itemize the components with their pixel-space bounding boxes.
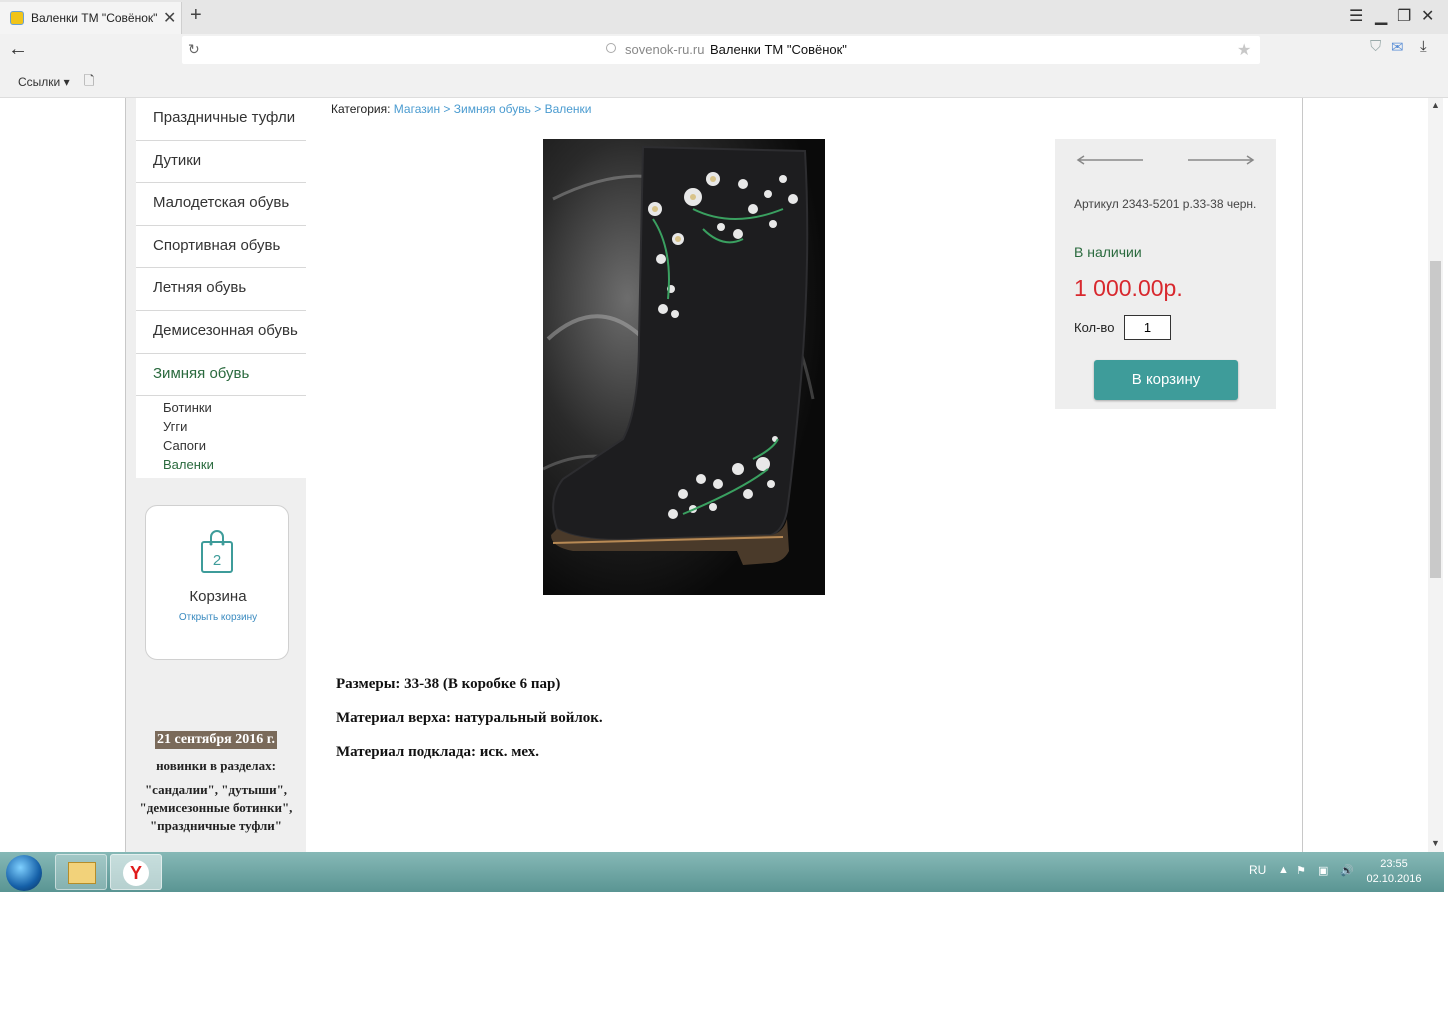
news-block: 21 сентября 2016 г. новинки в разделах: … bbox=[136, 730, 296, 835]
stock-status: В наличии bbox=[1074, 244, 1142, 260]
quantity-label: Кол-во bbox=[1074, 320, 1115, 335]
restore-icon[interactable]: ❐ bbox=[1397, 6, 1411, 26]
bookmarks-links-menu[interactable]: Ссылки ▾ bbox=[18, 75, 70, 89]
description-upper-material: Материал верха: натуральный войлок. bbox=[336, 710, 603, 726]
menu-item-dutiki[interactable]: Дутики bbox=[136, 141, 306, 184]
back-arrow-icon[interactable]: ← bbox=[8, 38, 28, 61]
category-menu: Праздничные туфли Дутики Малодетская обу… bbox=[136, 98, 306, 479]
winter-submenu: Ботинки Угги Сапоги Валенки bbox=[136, 396, 306, 479]
url-host: sovenok-ru.ru bbox=[625, 42, 705, 57]
folder-icon bbox=[68, 862, 96, 884]
add-to-cart-button[interactable]: В корзину bbox=[1094, 360, 1238, 400]
news-heading: новинки в разделах: bbox=[156, 758, 276, 773]
breadcrumb-separator: > bbox=[443, 102, 451, 116]
menu-item-holiday-shoes[interactable]: Праздничные туфли bbox=[136, 98, 306, 141]
browser-tab-bar: Валенки ТМ "Совёнок" ✕ + ☰ ▁ ❐ ✕ bbox=[0, 0, 1448, 34]
browser-tab[interactable]: Валенки ТМ "Совёнок" ✕ bbox=[0, 2, 182, 34]
menu-item-toddler-shoes[interactable]: Малодетская обувь bbox=[136, 183, 306, 226]
product-description: Размеры: 33-38 (В коробке 6 пар) Материа… bbox=[336, 676, 603, 778]
clock-time: 23:55 bbox=[1380, 858, 1408, 870]
felt-boot-image bbox=[543, 139, 825, 595]
close-tab-icon[interactable]: ✕ bbox=[163, 8, 176, 28]
scroll-down-icon[interactable]: ▼ bbox=[1431, 838, 1440, 848]
product-price: 1 000.00р. bbox=[1074, 275, 1183, 301]
bookmark-star-icon[interactable]: ★ bbox=[1237, 40, 1251, 60]
address-field[interactable]: ↻ sovenok-ru.ru Валенки ТМ "Совёнок" ★ bbox=[182, 36, 1260, 64]
site-info-icon[interactable] bbox=[606, 43, 616, 53]
product-sku: Артикул 2343-5201 р.33-38 черн. bbox=[1074, 197, 1257, 211]
address-bar-row: ← ↻ sovenok-ru.ru Валенки ТМ "Совёнок" ★… bbox=[0, 34, 1448, 66]
scroll-up-icon[interactable]: ▲ bbox=[1431, 100, 1440, 110]
close-window-icon[interactable]: ✕ bbox=[1421, 6, 1434, 26]
site-favicon-icon bbox=[10, 11, 24, 25]
reload-icon[interactable]: ↻ bbox=[188, 41, 200, 58]
breadcrumb-valenki[interactable]: Валенки bbox=[545, 102, 592, 116]
start-button-icon[interactable] bbox=[6, 855, 42, 891]
buy-box: Артикул 2343-5201 р.33-38 черн. В наличи… bbox=[1055, 139, 1276, 409]
news-text: "сандалии", "дутыши", "демисезонные боти… bbox=[139, 782, 293, 833]
submenu-item-valenki[interactable]: Валенки bbox=[163, 455, 306, 474]
menu-item-sport-shoes[interactable]: Спортивная обувь bbox=[136, 226, 306, 269]
breadcrumb-separator: > bbox=[534, 102, 542, 116]
download-icon[interactable]: ⤓ bbox=[1420, 38, 1427, 55]
news-date: 21 сентября 2016 г. bbox=[154, 731, 278, 749]
screen: Валенки ТМ "Совёнок" ✕ + ☰ ▁ ❐ ✕ ← ↻ sov… bbox=[0, 0, 1448, 1024]
product-photo[interactable] bbox=[543, 139, 825, 595]
open-cart-link[interactable]: Открыть корзину bbox=[146, 612, 290, 623]
clock-date: 02.10.2016 bbox=[1366, 873, 1422, 885]
description-lining-material: Материал подклада: иск. мех. bbox=[336, 744, 540, 760]
menu-item-demiseason-shoes[interactable]: Демисезонная обувь bbox=[136, 311, 306, 354]
quantity-input[interactable] bbox=[1124, 315, 1171, 340]
action-center-flag-icon[interactable]: ⚑ bbox=[1296, 864, 1306, 877]
system-clock[interactable]: 23:55 02.10.2016 bbox=[1364, 857, 1424, 887]
volume-icon[interactable]: 🔊 bbox=[1340, 864, 1354, 877]
menu-item-summer-shoes[interactable]: Летняя обувь bbox=[136, 268, 306, 311]
cart-label: Корзина bbox=[189, 588, 247, 605]
previous-arrow-icon[interactable] bbox=[1076, 155, 1144, 165]
menu-item-winter-shoes[interactable]: Зимняя обувь bbox=[136, 354, 306, 397]
new-tab-button[interactable]: + bbox=[190, 4, 202, 27]
breadcrumb-prefix: Категория: bbox=[331, 102, 391, 116]
page-viewport: Праздничные туфли Дутики Малодетская обу… bbox=[0, 98, 1428, 852]
shield-icon[interactable]: ⛉ bbox=[1370, 38, 1381, 55]
breadcrumb-shop[interactable]: Магазин bbox=[394, 102, 440, 116]
language-indicator[interactable]: RU bbox=[1249, 863, 1266, 877]
submenu-item-boots[interactable]: Ботинки bbox=[163, 398, 306, 417]
breadcrumb: Категория: Магазин > Зимняя обувь > Вале… bbox=[331, 102, 592, 116]
vertical-scrollbar[interactable]: ▲ ▼ bbox=[1428, 98, 1443, 852]
explorer-taskbar-button[interactable] bbox=[55, 854, 107, 890]
next-arrow-icon[interactable] bbox=[1187, 155, 1255, 165]
yandex-browser-taskbar-button[interactable]: Y bbox=[110, 854, 162, 890]
mail-icon[interactable]: ✉ bbox=[1391, 38, 1404, 56]
taskbar: Y RU ▲ ⚑ ▣ 🔊 23:55 02.10.2016 bbox=[0, 852, 1444, 892]
cart-widget[interactable]: 2 Корзина Открыть корзину bbox=[145, 505, 289, 660]
breadcrumb-winter-shoes[interactable]: Зимняя обувь bbox=[454, 102, 531, 116]
document-icon[interactable]: 🗋 bbox=[84, 72, 94, 94]
tab-title: Валенки ТМ "Совёнок" bbox=[31, 11, 158, 25]
url-page-title: Валенки ТМ "Совёнок" bbox=[710, 42, 847, 57]
network-icon[interactable]: ▣ bbox=[1318, 864, 1328, 877]
submenu-item-uggs[interactable]: Угги bbox=[163, 417, 306, 436]
yandex-browser-icon: Y bbox=[123, 860, 149, 886]
shopping-bag-icon: 2 bbox=[201, 530, 233, 573]
left-sidebar: Праздничные туфли Дутики Малодетская обу… bbox=[125, 98, 306, 852]
menu-icon[interactable]: ☰ bbox=[1349, 6, 1363, 26]
content-border bbox=[1302, 98, 1303, 852]
description-sizes: Размеры: 33-38 (В коробке 6 пар) bbox=[336, 676, 561, 692]
submenu-item-high-boots[interactable]: Сапоги bbox=[163, 436, 306, 455]
cart-count: 2 bbox=[213, 552, 221, 569]
bookmarks-bar: Ссылки ▾ 🗋 bbox=[0, 66, 1448, 98]
minimize-icon[interactable]: ▁ bbox=[1375, 6, 1387, 26]
scrollbar-thumb[interactable] bbox=[1430, 261, 1441, 578]
show-hidden-icons-icon[interactable]: ▲ bbox=[1278, 864, 1289, 876]
